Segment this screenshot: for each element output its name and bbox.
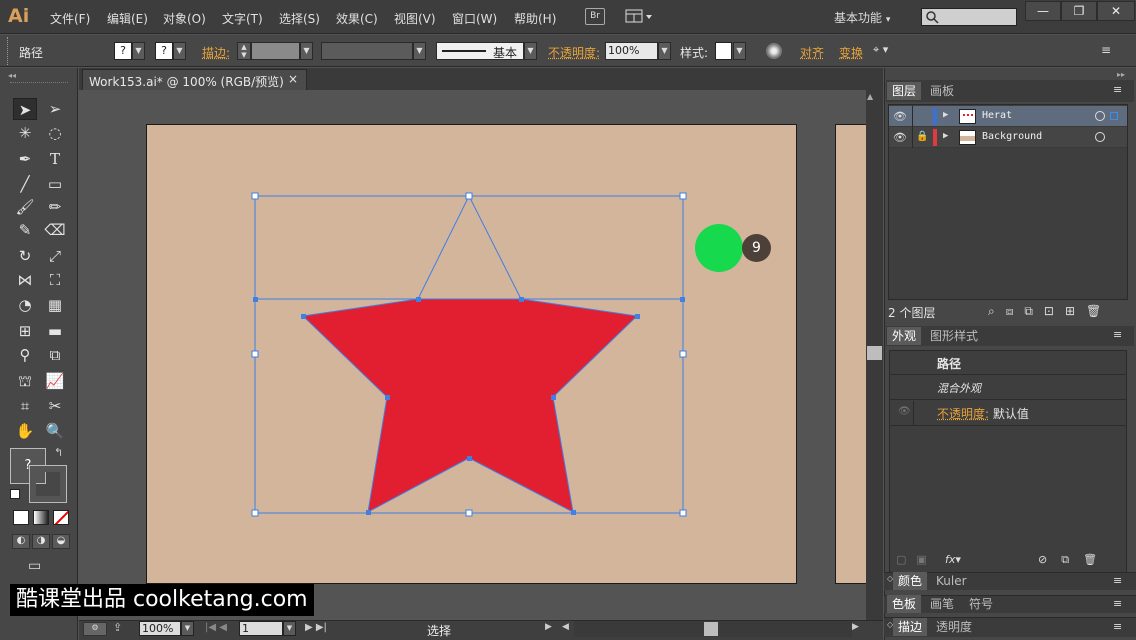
tab-graphic-styles[interactable]: 图形样式 (925, 327, 983, 345)
step-number-badge: 9 (742, 234, 771, 262)
hscroll-right-arrow[interactable]: ▶ (852, 622, 859, 632)
expand-panels-icon[interactable]: ▸▸ (1117, 70, 1125, 79)
first-artboard-button[interactable]: |◀ ◀ (205, 622, 227, 633)
layers-tab-strip (886, 80, 1134, 102)
divider (912, 106, 913, 127)
lock-icon[interactable]: 🔒 (916, 131, 928, 142)
tab-layers[interactable]: 图层 (887, 82, 922, 100)
layer-name[interactable]: Background (982, 131, 1042, 142)
fx-icon[interactable]: fx▾ (945, 553, 961, 566)
appearance-footer-right-icons[interactable]: ⊘⧉🗑 (1038, 553, 1111, 567)
tab-appearance[interactable]: 外观 (887, 327, 922, 345)
tab-artboards[interactable]: 画板 (925, 82, 959, 100)
export-icon[interactable]: ⇪ (113, 621, 122, 634)
tab-color[interactable]: 颜色 (893, 572, 928, 590)
expand-arrow-icon[interactable]: ▶ (943, 131, 948, 141)
opacity-link[interactable]: 不透明度: (937, 407, 989, 421)
expand-arrow-icon[interactable]: ▶ (943, 110, 948, 120)
layer-color-chip (933, 108, 937, 125)
layer-row-herat[interactable]: 👁 ▶ Herat (889, 106, 1127, 127)
divider (913, 401, 914, 425)
layers-panel-menu-icon[interactable]: ≡ (1113, 83, 1122, 96)
swatches-panel-menu-icon[interactable]: ≡ (1113, 597, 1122, 610)
hscroll-left-arrow[interactable]: ◀ (562, 622, 569, 632)
horizontal-scroll-thumb[interactable] (704, 622, 718, 636)
target-icon[interactable] (1095, 111, 1105, 121)
click-indicator (695, 224, 743, 272)
star-shape (301, 298, 639, 513)
layer-count: 2 个图层 (888, 306, 936, 320)
mixed-appearance-label: 混合外观 (937, 382, 981, 395)
eye-icon[interactable]: 👁 (893, 131, 907, 144)
appearance-object-row[interactable]: 路径 (890, 351, 1126, 375)
swatches-panel-collapsed (884, 595, 1136, 613)
appearance-object-label: 路径 (937, 357, 962, 371)
tab-swatches[interactable]: 色板 (887, 595, 922, 613)
status-options-icon[interactable]: ⚙ (83, 622, 107, 636)
layer-row-background[interactable]: 👁 🔒 ▶ Background (889, 127, 1127, 148)
layer-color-chip (933, 129, 937, 146)
tab-kuler[interactable]: Kuler (931, 572, 972, 590)
layers-footer-icons[interactable]: ⌕⧈⧉⊡⊞🗑 (988, 304, 1112, 319)
opacity-value: 默认值 (992, 407, 1029, 421)
stroke-panel-menu-icon[interactable]: ≡ (1113, 620, 1122, 633)
appearance-mixed-row[interactable]: 混合外观 (890, 376, 1126, 400)
eye-icon[interactable]: 👁 (898, 406, 911, 417)
watermark: 酷课堂出品 coolketang.com (10, 584, 314, 616)
eye-icon[interactable]: 👁 (893, 110, 907, 123)
target-icon[interactable] (1095, 132, 1105, 142)
layer-name[interactable]: Herat (982, 110, 1012, 121)
appearance-panel-menu-icon[interactable]: ≡ (1113, 328, 1122, 341)
tab-transparency[interactable]: 透明度 (931, 618, 977, 636)
appearance-tab-strip (886, 326, 1134, 346)
zoom-dropdown[interactable]: ▼ (181, 621, 194, 636)
zoom-input[interactable]: 100% (139, 621, 181, 636)
status-menu-arrow[interactable]: ▶ (545, 622, 552, 632)
divider (912, 127, 913, 148)
color-panel-menu-icon[interactable]: ≡ (1113, 574, 1122, 587)
tab-symbols[interactable]: 符号 (964, 595, 998, 613)
selection-indicator[interactable] (1110, 112, 1118, 120)
tab-stroke[interactable]: 描边 (893, 618, 928, 636)
scroll-up-arrow[interactable]: ▲ (867, 92, 873, 101)
next-artboard-button[interactable]: ▶ ▶| (305, 622, 327, 633)
layer-thumbnail (959, 109, 976, 124)
appearance-opacity-row[interactable]: 👁 不透明度: 默认值 (890, 401, 1126, 426)
star-top-point-path (417, 194, 522, 300)
layer-thumbnail (959, 130, 976, 145)
artboard-number-input[interactable]: 1 (239, 621, 283, 636)
vertical-scroll-thumb[interactable] (867, 346, 882, 360)
artboard-dropdown[interactable]: ▼ (283, 621, 296, 636)
current-tool-label: 选择 (427, 624, 452, 638)
tab-brushes[interactable]: 画笔 (925, 595, 959, 613)
appearance-footer-left-icons[interactable]: ▢▣ (896, 553, 937, 566)
